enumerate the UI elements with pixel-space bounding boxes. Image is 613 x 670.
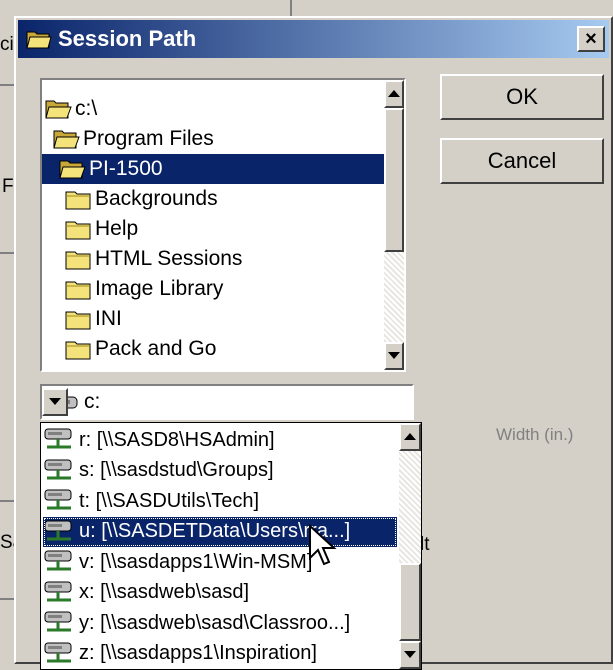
drive-list-item-label: t: [\\SASDUtils\Tech] (79, 489, 260, 512)
network-drive-icon (44, 489, 72, 510)
drive-list-item[interactable]: x: [\\sasdweb\sasd] (43, 578, 397, 608)
bg-divider (0, 598, 14, 600)
folder-list-item-label: PI-1500 (89, 157, 163, 180)
folder-list-item-label: Pack and Go (95, 337, 217, 360)
chevron-down-icon (49, 398, 61, 405)
drive-list-item-label: y: [\\sasdweb\sasd\Classroo...] (79, 611, 351, 634)
scroll-thumb[interactable] (384, 108, 404, 252)
drive-list-scrollbar[interactable] (399, 423, 421, 669)
network-drive-icon (44, 428, 72, 449)
ok-button[interactable]: OK (440, 74, 604, 120)
folder-list-item-label: Backgrounds (95, 187, 218, 210)
open-folder-icon (53, 130, 80, 149)
drive-list-item[interactable]: u: [\\SASDETData\Users\rra...] (43, 516, 397, 547)
close-button[interactable]: × (577, 26, 605, 52)
open-folder-icon (26, 31, 52, 49)
folder-list-item-label: Image Library (95, 277, 224, 300)
mouse-pointer-icon (309, 524, 337, 566)
drive-list-item-label: s: [\\sasdstud\Groups] (79, 459, 274, 481)
drive-dropdown-list[interactable]: r: [\\SASD8\HSAdmin] s: [\\sasdstud\Group… (40, 422, 422, 670)
ok-button-label: OK (506, 84, 538, 109)
folder-icon (65, 281, 91, 300)
drive-list-item-label: r: [\\SASD8\HSAdmin] (79, 428, 275, 451)
cancel-button-label: Cancel (487, 148, 557, 173)
folder-list-item[interactable]: Pack and Go (42, 334, 386, 364)
folder-list-item[interactable]: c:\ (42, 94, 386, 124)
close-icon: × (585, 28, 597, 50)
scroll-thumb[interactable] (399, 563, 421, 641)
network-drive-icon (44, 520, 72, 540)
folder-list-item-label: INI (95, 307, 122, 330)
drive-select[interactable]: c: (40, 384, 414, 420)
network-drive-icon (44, 611, 72, 632)
folder-icon (65, 251, 91, 270)
drive-list-item-label: v: [\\sasdapps1\Win-MSM] (79, 550, 313, 573)
drive-list-item-label: z: [\\sasdapps1\Inspiration] (79, 642, 317, 664)
folder-list-item[interactable]: Program Files (42, 124, 386, 154)
folder-list-item[interactable]: Image Library (42, 274, 386, 304)
drive-list-item[interactable]: y: [\\sasdweb\sasd\Classroo...] (43, 608, 397, 638)
chevron-down-icon (388, 352, 400, 359)
bg-fragment-label: lt (420, 534, 430, 555)
folder-icon (65, 191, 91, 210)
chevron-up-icon (388, 90, 400, 97)
folder-icon (65, 311, 91, 330)
bg-fragment-label: Width (in.) (496, 425, 574, 444)
network-drive-icon (44, 459, 72, 479)
bg-divider (290, 0, 292, 16)
bg-divider (0, 84, 14, 86)
drive-list-item[interactable]: s: [\\sasdstud\Groups] (43, 456, 397, 486)
network-drive-icon (44, 581, 72, 601)
drive-select-dropdown-button[interactable] (42, 388, 68, 416)
folder-icon (65, 221, 91, 240)
cancel-button[interactable]: Cancel (440, 138, 604, 184)
bg-divider (0, 252, 14, 254)
folder-list-item[interactable]: PI-1500 (42, 154, 386, 184)
folder-list-item[interactable]: Help (42, 214, 386, 244)
scroll-up-button[interactable] (384, 80, 404, 108)
drive-list-item[interactable]: t: [\\SASDUtils\Tech] (43, 486, 397, 516)
bg-fragment-label: F (2, 176, 14, 197)
scroll-up-button[interactable] (399, 423, 421, 451)
drive-list-item-label: x: [\\sasdweb\sasd] (79, 581, 250, 603)
folder-list-item-label: Help (95, 217, 139, 240)
network-drive-icon (44, 550, 72, 571)
dialog-title: Session Path (58, 26, 197, 51)
folder-list-item-label: c:\ (75, 97, 98, 120)
folder-list-item[interactable]: HTML Sessions (42, 244, 386, 274)
drive-list-item[interactable]: v: [\\sasdapps1\Win-MSM] (43, 547, 397, 577)
open-folder-icon (59, 160, 86, 179)
folder-list[interactable]: c:\ Program Files PI-1500 Backgrounds Help HT… (40, 78, 406, 372)
folder-icon (65, 341, 91, 360)
drive-select-value: c: (84, 390, 101, 413)
drive-list-item[interactable]: z: [\\sasdapps1\Inspiration] (43, 639, 397, 669)
scroll-down-button[interactable] (399, 641, 421, 669)
chevron-down-icon (404, 651, 416, 658)
open-folder-icon (45, 100, 72, 119)
scroll-down-button[interactable] (384, 342, 404, 370)
drive-list-item[interactable]: r: [\\SASD8\HSAdmin] (43, 425, 397, 455)
network-drive-icon (44, 642, 72, 662)
folder-list-item[interactable]: INI (42, 304, 386, 334)
chevron-up-icon (404, 433, 416, 440)
folder-list-item[interactable]: Backgrounds (42, 184, 386, 214)
bg-divider (0, 500, 14, 502)
folder-list-item-label: HTML Sessions (95, 247, 243, 270)
folder-list-scrollbar[interactable] (384, 80, 404, 370)
title-bar[interactable]: Session Path × (18, 20, 609, 58)
folder-list-item-label: Program Files (83, 127, 214, 150)
